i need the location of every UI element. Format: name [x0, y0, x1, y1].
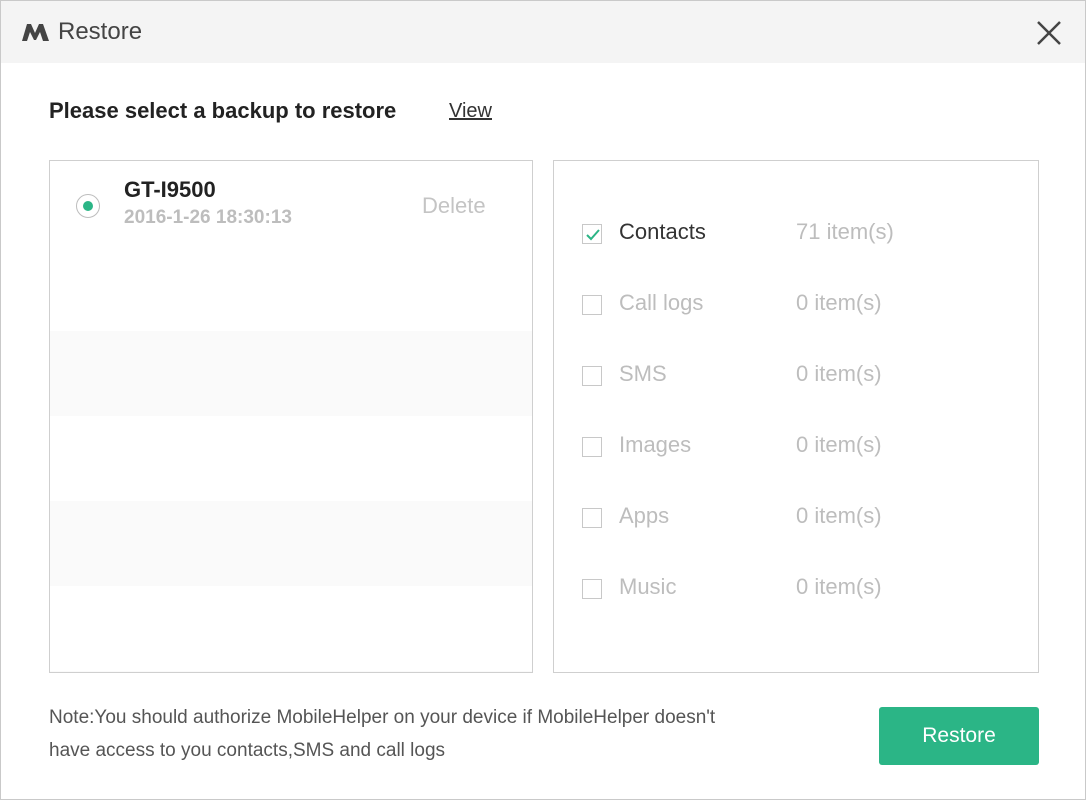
category-row-call-logs[interactable]: Call logs 0 item(s)	[554, 287, 1038, 327]
category-label: Music	[619, 574, 677, 599]
restore-button[interactable]: Restore	[879, 707, 1039, 765]
contacts-checkbox[interactable]	[582, 224, 602, 244]
mobilehelper-logo-icon	[21, 22, 51, 42]
check-icon	[586, 229, 600, 241]
category-row-apps[interactable]: Apps 0 item(s)	[554, 500, 1038, 540]
category-row-images[interactable]: Images 0 item(s)	[554, 429, 1038, 469]
category-count: 0 item(s)	[796, 574, 882, 599]
close-icon[interactable]	[1031, 15, 1067, 51]
category-count: 0 item(s)	[796, 503, 882, 528]
authorization-note: Note:You should authorize MobileHelper o…	[49, 701, 829, 767]
category-label: SMS	[619, 361, 667, 386]
page-heading: Please select a backup to restore	[49, 98, 397, 123]
list-stripe	[50, 586, 532, 671]
images-checkbox[interactable]	[582, 437, 602, 457]
apps-checkbox[interactable]	[582, 508, 602, 528]
restore-dialog: Restore Please select a backup to restor…	[0, 0, 1086, 800]
sms-checkbox[interactable]	[582, 366, 602, 386]
music-checkbox[interactable]	[582, 579, 602, 599]
category-row-contacts[interactable]: Contacts 71 item(s)	[554, 216, 1038, 256]
backup-list: GT-I9500 2016-1-26 18:30:13 Delete	[49, 160, 533, 673]
window-title: Restore	[58, 18, 143, 45]
backup-item[interactable]: GT-I9500 2016-1-26 18:30:13 Delete	[50, 161, 532, 331]
category-row-sms[interactable]: SMS 0 item(s)	[554, 358, 1038, 398]
backup-radio[interactable]	[76, 194, 100, 218]
call-logs-checkbox[interactable]	[582, 295, 602, 315]
view-link[interactable]: View	[449, 100, 492, 123]
category-panel: Contacts 71 item(s) Call logs 0 item(s) …	[553, 160, 1039, 673]
category-count: 0 item(s)	[796, 361, 882, 386]
delete-backup-link[interactable]: Delete	[422, 193, 486, 219]
category-label: Images	[619, 432, 692, 457]
category-label: Call logs	[619, 290, 704, 315]
note-line: have access to you contacts,SMS and call…	[49, 740, 446, 761]
category-row-music[interactable]: Music 0 item(s)	[554, 571, 1038, 611]
title-bar: Restore	[1, 1, 1085, 63]
radio-selected-dot	[83, 201, 93, 211]
backup-date: 2016-1-26 18:30:13	[124, 207, 292, 228]
category-label: Apps	[619, 503, 670, 528]
category-count: 71 item(s)	[796, 219, 894, 244]
category-label: Contacts	[619, 219, 706, 244]
category-count: 0 item(s)	[796, 290, 882, 315]
list-stripe	[50, 416, 532, 501]
category-count: 0 item(s)	[796, 432, 882, 457]
note-line: Note:You should authorize MobileHelper o…	[49, 707, 716, 728]
backup-device-name: GT-I9500	[124, 177, 216, 202]
